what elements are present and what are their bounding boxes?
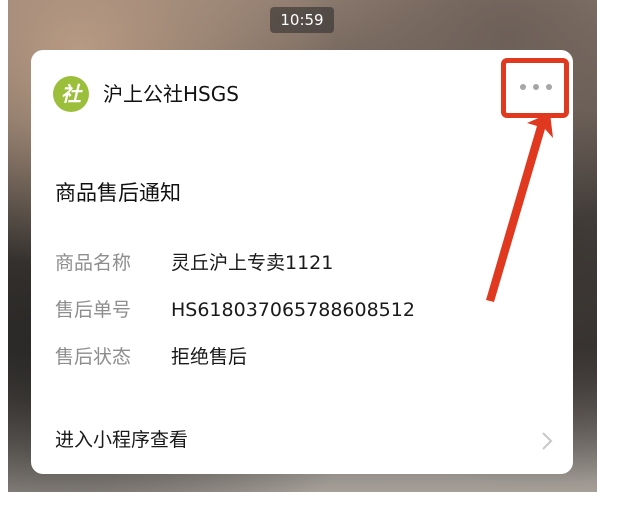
field-label: 售后状态: [55, 346, 132, 368]
account-name[interactable]: 沪上公社HSGS: [103, 78, 239, 110]
more-options-button[interactable]: [501, 58, 569, 118]
service-notification-card[interactable]: 社 沪上公社HSGS 商品售后通知 商品名称 灵丘沪上专卖1121 售后单号 H…: [31, 50, 573, 474]
notification-title: 商品售后通知: [55, 181, 181, 205]
open-mini-program-link[interactable]: 进入小程序查看: [55, 426, 188, 454]
field-value: 拒绝售后: [171, 346, 248, 368]
field-value: 灵丘沪上专卖1121: [171, 252, 334, 274]
field-label: 售后单号: [55, 299, 132, 321]
chevron-right-icon[interactable]: [537, 430, 557, 452]
field-value: HS618037065788608512: [171, 299, 415, 321]
account-logo[interactable]: 社: [53, 76, 89, 112]
field-label: 商品名称: [55, 252, 132, 274]
message-timestamp: 10:59: [270, 7, 334, 33]
more-horizontal-icon: [520, 84, 554, 92]
